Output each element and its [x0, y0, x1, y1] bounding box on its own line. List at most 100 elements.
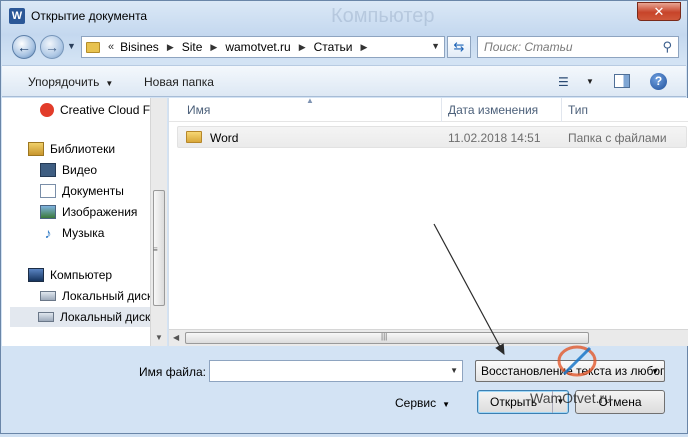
sidebar-item-label: Локальный диск [60, 310, 151, 324]
back-button[interactable]: ← [12, 35, 36, 59]
breadcrumb-articles[interactable]: Статьи ▶ [314, 40, 376, 54]
view-options-dropdown[interactable]: ▼ [586, 77, 594, 86]
sidebar-item-label: Музыка [62, 226, 105, 240]
sidebar-item-documents[interactable]: Документы [40, 181, 124, 201]
background-window-title: Компьютер [331, 5, 435, 27]
chevron-right-icon[interactable]: ▶ [299, 42, 306, 53]
file-row[interactable]: Word 11.02.2018 14:51 Папка с файлами [177, 126, 687, 148]
organize-label: Упорядочить [28, 75, 100, 89]
file-list: ▲ Имя Дата изменения Тип Word 11.02.2018… [168, 96, 688, 346]
breadcrumb-label: Статьи [313, 40, 353, 54]
sidebar-item-label: Локальный диск [62, 289, 153, 303]
folder-icon [186, 131, 202, 143]
horizontal-scrollbar[interactable]: ◀ ||| [169, 329, 688, 346]
chevron-right-icon[interactable]: ▶ [167, 42, 174, 53]
file-name: Word [210, 131, 239, 145]
close-icon: ✕ [653, 4, 665, 19]
window-title: Открытие документа [31, 9, 148, 23]
dialog-footer: Имя файла: ▼ Восстановление текста из лю… [1, 347, 687, 435]
chevron-down-icon: ▼ [442, 400, 451, 409]
breadcrumb-label: wamotvet.ru [225, 40, 291, 54]
open-button[interactable]: Открыть ▼ [477, 390, 569, 414]
organize-button[interactable]: Упорядочить ▼ [28, 75, 113, 89]
sidebar-item-label: Creative Cloud Fi [60, 103, 153, 117]
sidebar-item-creative-cloud[interactable]: Creative Cloud Fi [40, 100, 153, 120]
chevron-down-icon: ▼ [651, 367, 659, 376]
column-header-type[interactable]: Тип [568, 103, 588, 117]
chevron-down-icon: ▼ [105, 79, 114, 88]
search-input[interactable] [478, 37, 648, 57]
filename-input[interactable]: ▼ [209, 360, 463, 382]
navigation-row: ← → ▼ « Bisines ▶ Site ▶ wamotvet.ru ▶ Стат… [1, 33, 687, 61]
sidebar-item-label: Документы [62, 184, 124, 198]
breadcrumb-site[interactable]: Site ▶ [182, 40, 226, 54]
search-box[interactable]: ⚲ [477, 36, 679, 58]
title-bar: W Открытие документа Компьютер ✕ [1, 1, 687, 31]
breadcrumb-bisines[interactable]: Bisines ▶ [120, 40, 182, 54]
column-header-date[interactable]: Дата изменения [448, 103, 538, 117]
sidebar-item-label: Компьютер [50, 268, 113, 282]
grip-icon: ≡ [153, 245, 158, 254]
folder-icon [86, 41, 100, 53]
column-headers: ▲ Имя Дата изменения Тип [169, 96, 688, 122]
refresh-icon: ⇆ [453, 39, 465, 54]
sort-ascending-icon: ▲ [306, 96, 314, 105]
search-icon[interactable]: ⚲ [662, 39, 672, 55]
disk-icon [40, 291, 56, 301]
pictures-icon [40, 205, 56, 219]
forward-button[interactable]: → [40, 35, 64, 59]
file-date: 11.02.2018 14:51 [448, 131, 541, 145]
tools-menu-button[interactable]: Сервис ▼ [395, 396, 450, 410]
recent-locations-dropdown[interactable]: ▼ [67, 41, 76, 51]
view-options-icon[interactable]: ☰ [558, 75, 569, 89]
sidebar-item-label: Видео [62, 163, 98, 177]
close-button[interactable]: ✕ [637, 2, 681, 21]
chevron-right-icon[interactable]: ▶ [210, 42, 217, 53]
breadcrumb-wamotvet[interactable]: wamotvet.ru ▶ [225, 40, 313, 54]
column-header-name[interactable]: Имя [187, 103, 210, 117]
sidebar-item-pictures[interactable]: Изображения [40, 202, 137, 222]
open-options-dropdown[interactable]: ▼ [552, 391, 568, 413]
music-icon: ♪ [44, 225, 52, 241]
open-document-dialog: W Открытие документа Компьютер ✕ ← → ▼ «… [0, 0, 688, 434]
chevron-right-icon[interactable]: ▶ [361, 42, 368, 53]
address-bar[interactable]: « Bisines ▶ Site ▶ wamotvet.ru ▶ Статьи ▶ ▼ [81, 36, 445, 58]
help-icon[interactable]: ? [650, 73, 667, 90]
sidebar-item-video[interactable]: Видео [40, 160, 97, 180]
scroll-left-icon[interactable]: ◀ [173, 333, 179, 342]
tools-label: Сервис [395, 396, 437, 410]
disk-icon [38, 312, 54, 322]
documents-icon [40, 184, 56, 198]
back-arrow-icon: ← [17, 39, 31, 55]
filetype-select[interactable]: Восстановление текста из любого файла ▼ [475, 360, 665, 382]
sidebar-item-label: Библиотеки [50, 142, 116, 156]
grip-icon: ||| [381, 332, 388, 341]
sidebar-item-music[interactable]: ♪ Музыка [40, 223, 105, 243]
video-icon [40, 163, 56, 177]
navigation-pane: Creative Cloud Fi Библиотеки Видео Докум… [2, 98, 167, 346]
scroll-down-icon[interactable]: ▼ [155, 333, 163, 342]
computer-icon [28, 268, 44, 282]
sidebar-item-label: Изображения [62, 205, 138, 219]
breadcrumb-overflow[interactable]: « [108, 41, 114, 53]
libraries-icon [28, 142, 44, 156]
word-icon: W [9, 8, 25, 24]
creative-cloud-icon [40, 103, 54, 117]
preview-pane-icon[interactable] [614, 74, 630, 88]
new-folder-button[interactable]: Новая папка [144, 75, 214, 89]
open-label: Открыть [490, 395, 538, 409]
chevron-down-icon[interactable]: ▼ [450, 366, 458, 375]
address-dropdown[interactable]: ▼ [431, 41, 440, 51]
sidebar-item-local-disk-c[interactable]: Локальный диск [40, 286, 152, 306]
sidebar-item-libraries[interactable]: Библиотеки [28, 139, 115, 159]
breadcrumb-label: Site [181, 40, 203, 54]
sidebar-item-local-disk-d[interactable]: Локальный диск [10, 307, 152, 327]
refresh-button[interactable]: ⇆ [447, 36, 471, 58]
column-divider[interactable] [441, 98, 442, 122]
cancel-button[interactable]: Отмена [575, 390, 665, 414]
navigation-scrollbar[interactable]: ≡ ▼ [150, 98, 167, 346]
column-divider[interactable] [561, 98, 562, 122]
command-toolbar: Упорядочить ▼ Новая папка ☰ ▼ ? [2, 65, 686, 97]
sidebar-item-computer[interactable]: Компьютер [28, 265, 112, 285]
breadcrumb-label: Bisines [120, 40, 159, 54]
